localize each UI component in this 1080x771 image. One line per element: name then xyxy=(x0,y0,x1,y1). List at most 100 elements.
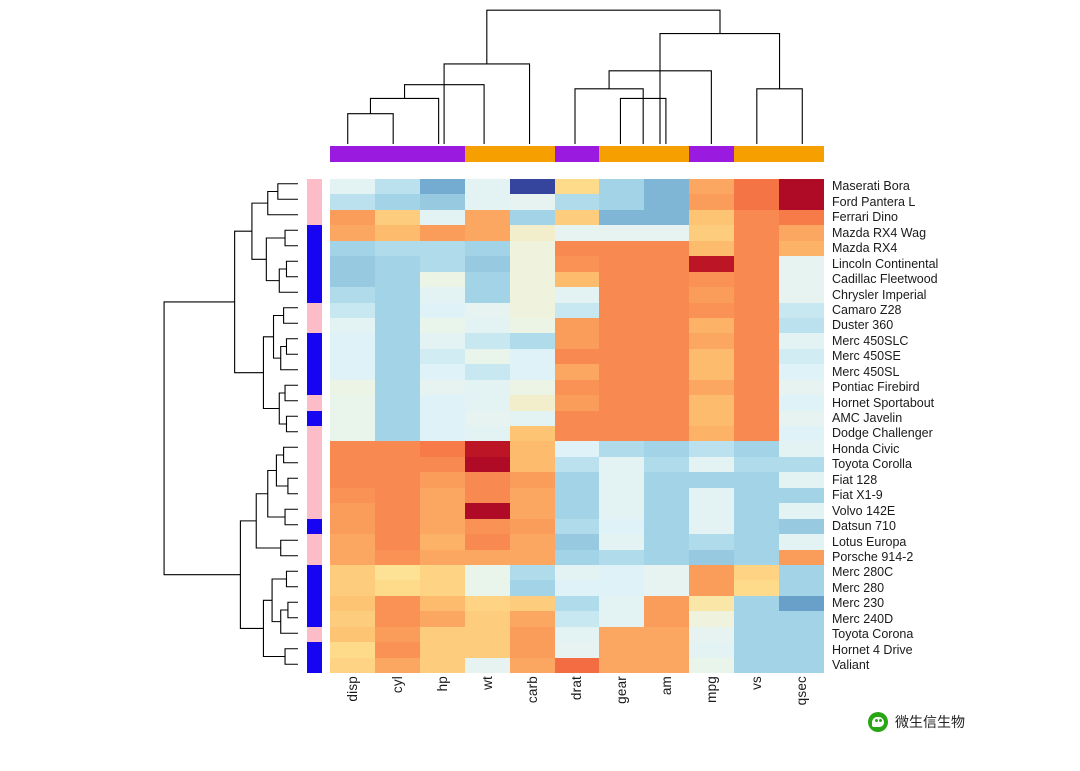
heatmap-cell xyxy=(734,564,780,581)
heatmap-cell xyxy=(554,395,600,411)
row-label: Dodge Challenger xyxy=(832,426,933,441)
dendrogram-link xyxy=(756,88,803,144)
heatmap-cell xyxy=(554,317,600,334)
heatmap-cell xyxy=(374,271,420,288)
heatmap-cell xyxy=(779,194,824,210)
dendrogram-link xyxy=(443,63,531,144)
dendrogram-link xyxy=(272,314,284,359)
heatmap-cell xyxy=(779,642,824,658)
heatmap-cell xyxy=(330,240,375,257)
column-label: wt xyxy=(465,676,510,756)
heatmap-cell xyxy=(509,518,555,535)
heatmap-cell xyxy=(330,657,375,673)
row-label: Merc 450SL xyxy=(832,364,900,379)
column-label: gear xyxy=(599,676,644,756)
heatmap-cell xyxy=(509,595,555,612)
column-annotation-bar xyxy=(330,146,824,162)
heatmap-cell xyxy=(509,580,555,596)
column-label-text: wt xyxy=(479,676,495,690)
heatmap-cell xyxy=(689,564,735,581)
heatmap-cell xyxy=(509,179,555,195)
heatmap-cell xyxy=(644,595,690,612)
heatmap-cell xyxy=(464,410,510,426)
heatmap-cell xyxy=(599,410,645,426)
heatmap-cell xyxy=(734,611,780,627)
heatmap-cell xyxy=(330,348,375,365)
heatmap-cell xyxy=(599,611,645,627)
heatmap-cell xyxy=(330,595,375,612)
heatmap-cell xyxy=(779,456,824,473)
heatmap-cell xyxy=(779,518,824,535)
heatmap-cell xyxy=(330,426,375,442)
heatmap-cell xyxy=(599,472,645,488)
heatmap-cell xyxy=(464,657,510,673)
heatmap-cell xyxy=(689,534,735,550)
heatmap-cell xyxy=(644,564,690,581)
heatmap-cell xyxy=(374,348,420,365)
column-annotation-segment xyxy=(599,146,690,162)
heatmap-cell xyxy=(599,379,645,396)
heatmap-cell xyxy=(509,642,555,658)
wechat-logo-icon xyxy=(868,712,888,732)
row-annotation-segment xyxy=(307,564,322,627)
heatmap-cell xyxy=(419,611,465,627)
heatmap-cell xyxy=(734,379,780,396)
dendrogram-link xyxy=(262,336,280,410)
heatmap-cell xyxy=(599,487,645,504)
heatmap-cell xyxy=(554,240,600,257)
column-label-text: am xyxy=(659,676,675,696)
heatmap-cell xyxy=(509,194,555,210)
heatmap-cell xyxy=(599,642,645,658)
heatmap-cell xyxy=(509,271,555,288)
row-annotation-bar xyxy=(307,179,322,673)
heatmap-cell xyxy=(734,194,780,210)
heatmap-cell xyxy=(689,317,735,334)
heatmap-cell xyxy=(330,287,375,303)
heatmap-cell xyxy=(644,487,690,504)
heatmap-cell xyxy=(689,456,735,473)
heatmap-cell xyxy=(330,317,375,334)
heatmap-cell xyxy=(419,225,465,241)
heatmap-cell xyxy=(509,503,555,519)
row-label: Camaro Z28 xyxy=(832,302,902,317)
row-label: Fiat X1-9 xyxy=(832,488,883,503)
heatmap-cell xyxy=(554,456,600,473)
heatmap-cell xyxy=(734,287,780,303)
heatmap-cell xyxy=(419,395,465,411)
row-label: Toyota Corolla xyxy=(832,457,912,472)
column-label-text: vs xyxy=(749,676,765,690)
heatmap-cell xyxy=(734,179,780,195)
heatmap-cell xyxy=(599,240,645,257)
row-label: Honda Civic xyxy=(832,441,900,456)
dendrogram-link xyxy=(278,268,298,293)
row-label: Lotus Europa xyxy=(832,534,907,549)
row-dendrogram-links xyxy=(163,183,298,665)
heatmap-cell xyxy=(374,317,420,334)
heatmap-cell xyxy=(419,287,465,303)
heatmap-cell xyxy=(689,410,735,426)
heatmap-cell xyxy=(599,302,645,318)
dendrogram-link xyxy=(284,384,298,402)
heatmap-cell xyxy=(554,256,600,272)
heatmap-cell xyxy=(644,534,690,550)
heatmap-cell xyxy=(464,487,510,504)
column-annotation-segment xyxy=(734,146,824,162)
heatmap-cell xyxy=(464,426,510,442)
heatmap-cell xyxy=(554,426,600,442)
heatmap-cell xyxy=(689,518,735,535)
heatmap-cell xyxy=(464,287,510,303)
heatmap-cell xyxy=(464,564,510,581)
heatmap-cell xyxy=(464,302,510,318)
heatmap-cell xyxy=(509,348,555,365)
heatmap-cell xyxy=(464,456,510,473)
heatmap-cell xyxy=(734,333,780,349)
heatmap-cell xyxy=(419,549,465,565)
heatmap-cell xyxy=(779,379,824,396)
dendrogram-link xyxy=(271,578,287,623)
heatmap-cell xyxy=(374,179,420,195)
row-label: Pontiac Firebird xyxy=(832,380,920,395)
heatmap-cell xyxy=(330,209,375,226)
heatmap-cell xyxy=(734,456,780,473)
row-label: Ford Pantera L xyxy=(832,194,916,209)
row-label-list: Maserati Bora Ford Pantera L Ferrari Dino M… xyxy=(832,179,1012,673)
